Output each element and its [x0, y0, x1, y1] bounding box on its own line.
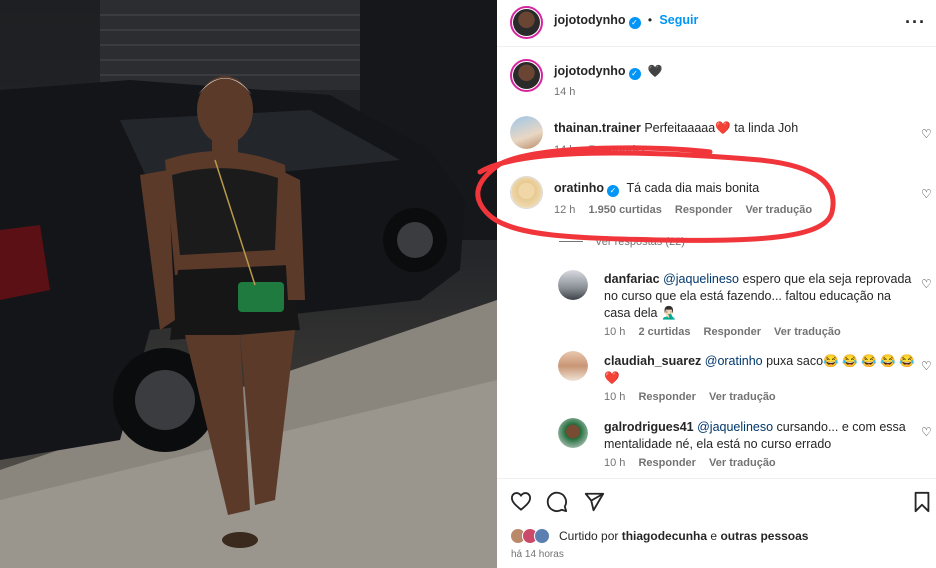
comment-meta: 12 h 1.950 curtidas Responder Ver traduç… — [554, 204, 822, 216]
replies-divider-line — [559, 241, 583, 242]
header-separator: • — [647, 13, 653, 27]
reply-button[interactable]: Responder — [638, 457, 695, 469]
reply-time: 10 h — [604, 391, 626, 403]
reply-text-line1: cursando... e com essa — [773, 420, 906, 434]
reply-text: claudiah_suarez @oratinho puxa saco😂 😂 😂… — [604, 353, 915, 387]
like-reply-heart-icon[interactable]: ♡ — [921, 277, 932, 291]
reply-username[interactable]: galrodrigues41 — [604, 420, 694, 434]
like-comment-heart-icon[interactable]: ♡ — [921, 127, 932, 141]
comment-text-line: oratinho ✓ Tá cada dia mais bonita — [554, 180, 759, 197]
caption-avatar[interactable] — [510, 59, 543, 92]
liked-mid: e — [710, 529, 718, 543]
reply-text: danfariac @jaquelineso espero que ela se… — [604, 271, 911, 322]
post-photo-art — [0, 0, 497, 568]
view-replies-button[interactable]: Ver respostas (22) — [559, 236, 685, 248]
comment-time: 14 h — [554, 144, 576, 156]
verified-badge-icon: ✓ — [607, 185, 619, 197]
post-header: jojotodynho ✓ • Seguir ··· — [497, 0, 936, 47]
caption-time: 14 h — [554, 86, 576, 98]
liked-by-text: Curtido por thiagodecunha e outras pesso… — [559, 529, 808, 543]
post-actions-bar: Curtido por thiagodecunha e outras pesso… — [497, 478, 936, 568]
translate-button[interactable]: Ver tradução — [709, 391, 776, 403]
share-send-icon[interactable] — [583, 491, 605, 513]
reply-avatar[interactable] — [558, 351, 588, 381]
author-avatar[interactable] — [510, 6, 543, 39]
reply-button[interactable]: Responder — [704, 326, 761, 338]
like-heart-icon[interactable] — [510, 491, 532, 511]
comment-avatar[interactable] — [510, 116, 543, 149]
reply-button[interactable]: Responder — [588, 144, 645, 156]
post-timestamp[interactable]: há 14 horas — [511, 549, 564, 560]
comment-text: Tá cada dia mais bonita — [626, 181, 760, 195]
comment-meta: 14 h Responder — [554, 144, 656, 156]
like-reply-heart-icon[interactable]: ♡ — [921, 425, 932, 439]
author-username[interactable]: jojotodynho — [554, 13, 626, 27]
liker-avatar — [534, 528, 550, 544]
reply-text-line1: espero que ela seja reprovada — [739, 272, 912, 286]
reply-text-line1: puxa saco😂 😂 😂 😂 😂 — [762, 354, 915, 368]
reply-avatar[interactable] — [558, 270, 588, 300]
reply-mention[interactable]: @jaquelineso — [663, 272, 739, 286]
comment-username[interactable]: thainan.trainer — [554, 121, 641, 135]
reply-mention[interactable]: @jaquelineso — [697, 420, 773, 434]
reply-time: 10 h — [604, 326, 626, 338]
reply-like-count[interactable]: 2 curtidas — [638, 326, 690, 338]
header-user-line: jojotodynho ✓ • Seguir — [554, 13, 698, 29]
liked-prefix: Curtido por — [559, 529, 619, 543]
reply-text: galrodrigues41 @jaquelineso cursando... … — [604, 419, 906, 453]
translate-button[interactable]: Ver tradução — [709, 457, 776, 469]
reply-button[interactable]: Responder — [675, 204, 732, 216]
reply-text-line2: ❤️ — [604, 371, 620, 385]
reply-text-line3: casa dela 🤦🏻‍♂️ — [604, 306, 677, 320]
caption-text: 🖤 — [647, 64, 663, 78]
liked-by-user[interactable]: thiagodecunha — [622, 529, 707, 543]
translate-button[interactable]: Ver tradução — [774, 326, 841, 338]
comment-avatar[interactable] — [510, 176, 543, 209]
reply-meta: 10 h Responder Ver tradução — [604, 391, 786, 403]
liked-others-link[interactable]: outras pessoas — [720, 529, 808, 543]
reply-username[interactable]: claudiah_suarez — [604, 354, 701, 368]
reply-username[interactable]: danfariac — [604, 272, 660, 286]
post-side-panel: jojotodynho ✓ • Seguir ··· jojotodynho ✓ 🖤… — [497, 0, 936, 568]
reply-button[interactable]: Responder — [638, 391, 695, 403]
view-replies-label: Ver respostas (22) — [595, 236, 685, 248]
reply-text-line2: no curso que ela está fazendo... faltou … — [604, 289, 892, 303]
like-reply-heart-icon[interactable]: ♡ — [921, 359, 932, 373]
reply-text-line2: mentalidade né, ela está no curso errado — [604, 437, 832, 451]
like-comment-heart-icon[interactable]: ♡ — [921, 187, 932, 201]
reply-avatar[interactable] — [558, 418, 588, 448]
comment-text-line: thainan.trainer Perfeitaaaaa❤️ ta linda … — [554, 120, 798, 137]
comment-time: 12 h — [554, 204, 576, 216]
verified-badge-icon: ✓ — [628, 68, 641, 80]
translate-button[interactable]: Ver tradução — [745, 204, 812, 216]
reply-meta: 10 h 2 curtidas Responder Ver tradução — [604, 326, 851, 338]
post-photo[interactable] — [0, 0, 497, 568]
comment-bubble-icon[interactable] — [546, 491, 568, 513]
reply-time: 10 h — [604, 457, 626, 469]
caption-line: jojotodynho ✓ 🖤 — [554, 64, 663, 80]
comment-like-count[interactable]: 1.950 curtidas — [588, 204, 661, 216]
reply-mention[interactable]: @oratinho — [705, 354, 763, 368]
comment-username[interactable]: oratinho — [554, 181, 604, 195]
verified-badge-icon: ✓ — [628, 17, 641, 29]
reply-meta: 10 h Responder Ver tradução — [604, 457, 786, 469]
comment-text: Perfeitaaaaa❤️ ta linda Joh — [644, 121, 799, 135]
save-bookmark-icon[interactable] — [912, 491, 932, 513]
caption-meta: 14 h — [554, 86, 585, 98]
follow-button[interactable]: Seguir — [659, 13, 698, 27]
more-horizontal-icon[interactable]: ··· — [905, 12, 926, 33]
caption-username[interactable]: jojotodynho — [554, 64, 626, 78]
